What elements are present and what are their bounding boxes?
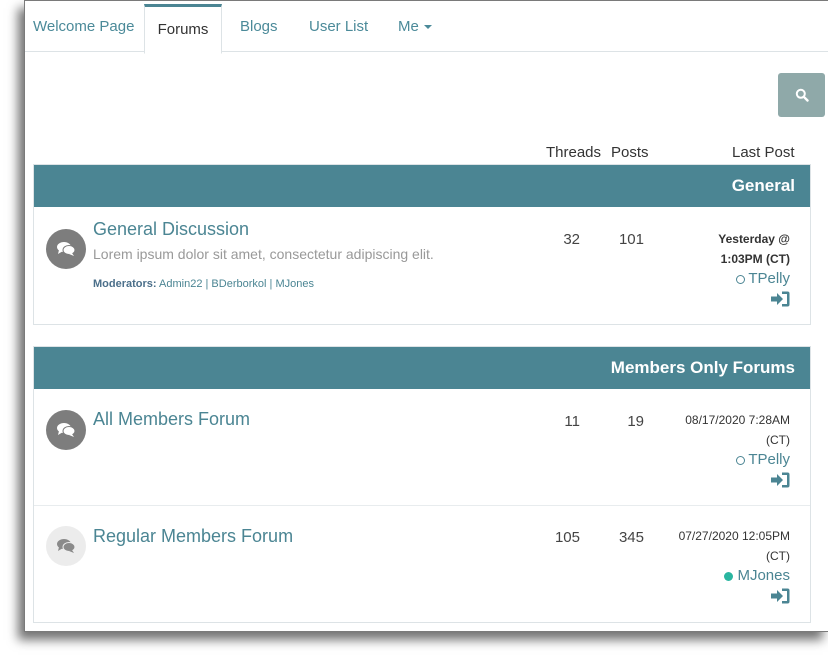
online-status-icon — [724, 572, 734, 582]
post-count: 19 — [627, 413, 644, 430]
column-threads: Threads — [546, 144, 602, 161]
tab-welcome-page[interactable]: Welcome Page — [33, 1, 134, 51]
forum-row: All Members Forum 11 19 08/17/2020 7:28A… — [34, 389, 810, 505]
section-members-only: Members Only Forums All Members Forum 11… — [33, 346, 811, 623]
search-icon — [795, 88, 809, 102]
section-general: General General Discussion Lorem ipsum d… — [33, 164, 811, 325]
last-post-info: 08/17/2020 7:28AM (CT) TPelly — [685, 410, 790, 488]
sign-in-icon[interactable] — [771, 588, 790, 604]
last-post-user-link[interactable]: TPelly — [748, 270, 790, 287]
caret-down-icon — [423, 25, 432, 30]
forum-description: Lorem ipsum dolor sit amet, consectetur … — [93, 246, 434, 262]
forum-moderators: Moderators: Admin22 | BDerborkol | MJone… — [93, 278, 314, 290]
last-post-date: 07/27/2020 12:05PM — [678, 529, 790, 543]
forum-avatar — [46, 526, 86, 566]
tab-user-list[interactable]: User List — [309, 1, 368, 51]
forum-window: Welcome Page Forums Blogs User List Me T… — [24, 0, 828, 632]
tab-me[interactable]: Me — [398, 1, 432, 51]
last-post-date: 08/17/2020 7:28AM — [685, 413, 790, 427]
forum-title-link[interactable]: General Discussion — [93, 219, 249, 240]
forum-row: General Discussion Lorem ipsum dolor sit… — [34, 207, 810, 323]
search-button[interactable] — [778, 73, 825, 117]
comments-icon — [57, 242, 76, 256]
forum-title-link[interactable]: All Members Forum — [93, 409, 250, 430]
offline-status-icon — [736, 275, 746, 285]
thread-count: 32 — [563, 231, 580, 248]
last-post-user-link[interactable]: TPelly — [748, 451, 790, 468]
last-post-info: Yesterday @ 1:03PM (CT) TPelly — [718, 229, 790, 307]
tab-blogs[interactable]: Blogs — [240, 1, 278, 51]
last-post-time: 1:03PM (CT) — [720, 252, 790, 266]
last-post-time: (CT) — [766, 433, 790, 447]
forum-title-link[interactable]: Regular Members Forum — [93, 526, 293, 547]
last-post-info: 07/27/2020 12:05PM (CT) MJones — [679, 526, 790, 604]
moderator-link[interactable]: MJones — [275, 278, 314, 290]
nav-tabs: Welcome Page Forums Blogs User List Me — [25, 1, 828, 54]
forum-avatar — [46, 229, 86, 269]
tab-forums[interactable]: Forums — [144, 4, 222, 54]
thread-count: 105 — [554, 529, 580, 546]
last-post-user-link[interactable]: MJones — [737, 567, 790, 584]
thread-count: 11 — [564, 413, 580, 430]
comments-icon — [57, 539, 76, 553]
forum-avatar — [46, 410, 86, 450]
section-header: General — [34, 165, 810, 207]
last-post-time: (CT) — [766, 549, 790, 563]
tab-me-label: Me — [398, 18, 419, 35]
offline-status-icon — [736, 456, 746, 466]
moderator-link[interactable]: BDerborkol — [211, 278, 266, 290]
forum-row: Regular Members Forum 105 345 07/27/2020… — [34, 505, 810, 621]
section-header: Members Only Forums — [34, 347, 810, 389]
moderators-label: Moderators: — [93, 278, 157, 290]
column-last-post: Last Post — [732, 144, 795, 161]
sign-in-icon[interactable] — [771, 291, 790, 307]
comments-icon — [57, 423, 76, 437]
last-post-date: Yesterday @ — [718, 232, 790, 246]
moderator-link[interactable]: Admin22 — [159, 278, 202, 290]
column-posts: Posts — [611, 144, 649, 161]
sign-in-icon[interactable] — [771, 472, 790, 488]
post-count: 101 — [618, 231, 644, 248]
post-count: 345 — [618, 529, 644, 546]
